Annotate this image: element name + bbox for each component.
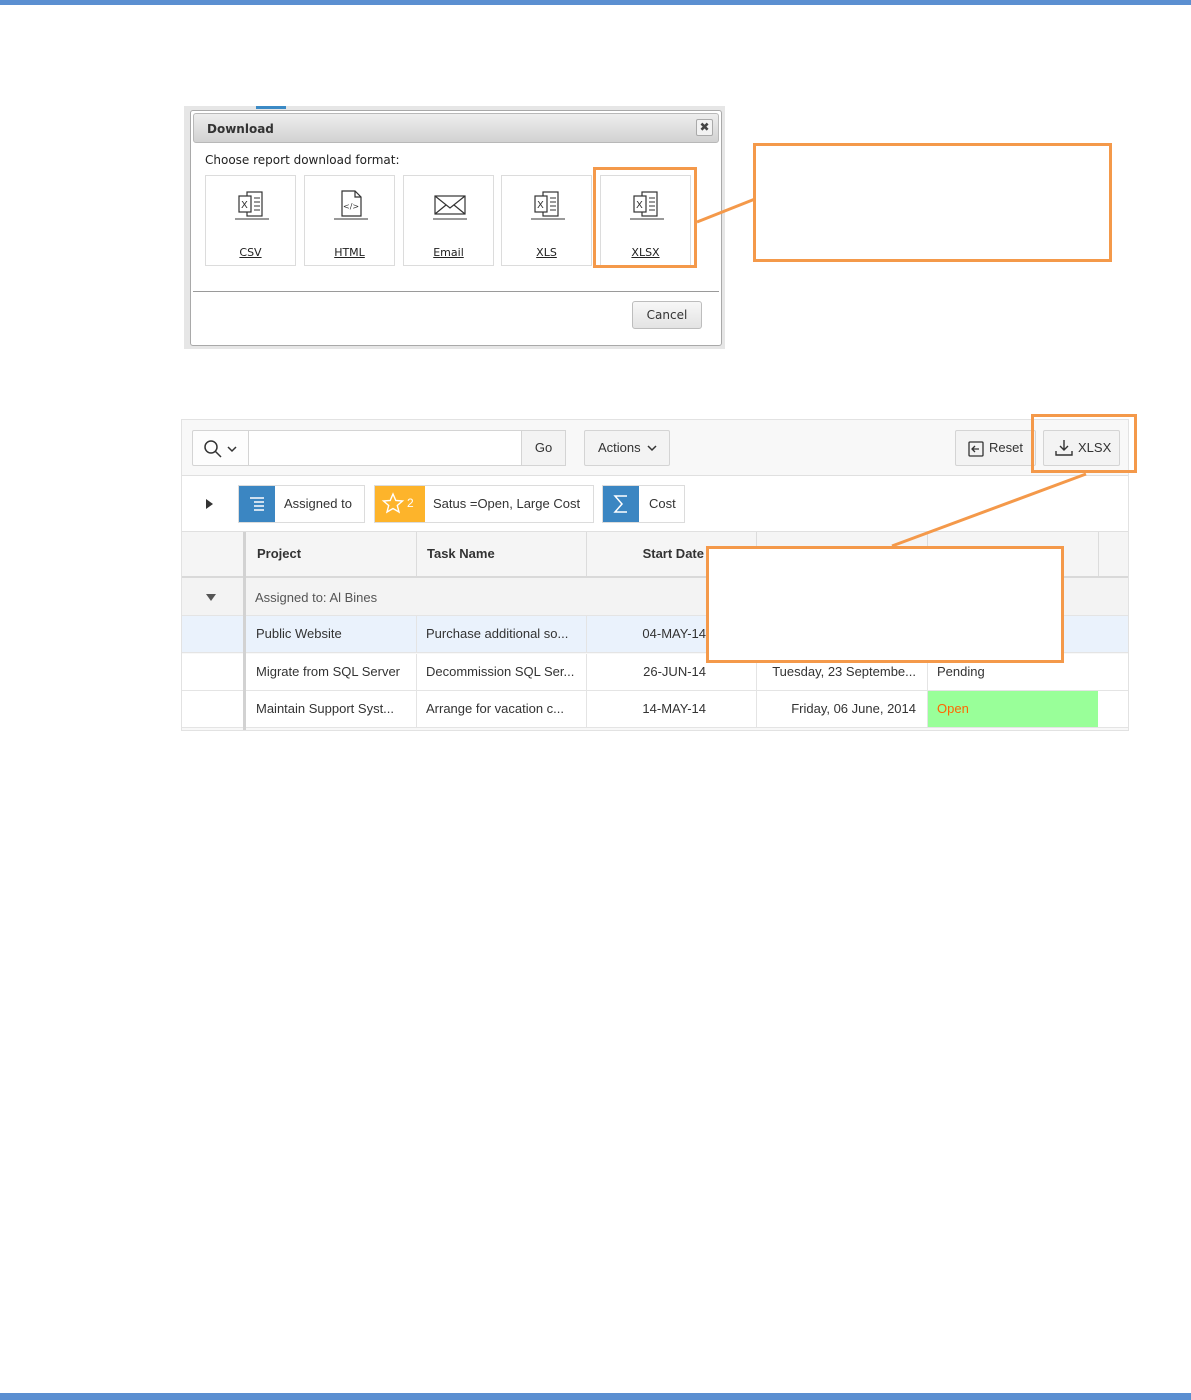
filter-count-badge: 2	[407, 496, 414, 510]
filter-chip-label: Assigned to	[284, 496, 352, 511]
column-header-project[interactable]: Project	[244, 532, 416, 576]
format-label: Email	[433, 246, 464, 259]
cell-project: Public Website	[244, 616, 416, 652]
dialog-title: Download	[207, 122, 274, 136]
cancel-button[interactable]: Cancel	[632, 301, 702, 329]
grid-toolbar: Go Actions Reset XLSX	[182, 420, 1128, 476]
format-label: HTML	[334, 246, 365, 259]
format-label: CSV	[239, 246, 262, 259]
format-email-option[interactable]: Email	[403, 175, 494, 266]
actions-menu-button[interactable]: Actions	[584, 430, 670, 466]
background-hint	[256, 106, 286, 109]
dialog-titlebar: Download ✖	[193, 113, 719, 143]
page-border-top	[0, 0, 1191, 5]
callout-box-dialog	[753, 143, 1112, 262]
star-icon: 2	[375, 486, 425, 522]
cell-task: Purchase additional so...	[416, 616, 586, 652]
xlsx-button-highlight	[1031, 414, 1137, 473]
format-csv-option[interactable]: X CSV	[205, 175, 296, 266]
search-input[interactable]	[249, 430, 522, 466]
report-settings-bar: Assigned to 2 Satus =Open, Large Cost Co…	[182, 476, 1128, 532]
page-border-bottom	[0, 1393, 1191, 1400]
actions-label: Actions	[598, 440, 641, 455]
cell-task: Arrange for vacation c...	[416, 691, 586, 727]
filter-chip-label: Satus =Open, Large Cost	[433, 496, 581, 511]
filter-chip-label: Cost	[649, 496, 676, 511]
xlsx-option-highlight	[593, 167, 697, 268]
dialog-divider	[193, 291, 719, 292]
cell-project: Migrate from SQL Server	[244, 654, 416, 690]
table-row[interactable]: Maintain Support Syst... Arrange for vac…	[182, 691, 1128, 728]
filter-chip-status[interactable]: 2 Satus =Open, Large Cost	[374, 485, 594, 523]
cell-task: Decommission SQL Ser...	[416, 654, 586, 690]
reset-label: Reset	[989, 440, 1023, 455]
control-break-icon	[239, 486, 275, 522]
column-header-extra	[1098, 532, 1128, 576]
chevron-down-icon	[647, 445, 657, 452]
reset-button[interactable]: Reset	[955, 430, 1036, 466]
format-label: XLS	[536, 246, 557, 259]
column-header-task-name[interactable]: Task Name	[416, 532, 586, 576]
collapse-group-icon[interactable]	[206, 594, 216, 601]
filter-chip-cost[interactable]: Cost	[602, 485, 685, 523]
download-format-prompt: Choose report download format:	[205, 153, 400, 167]
sigma-icon	[603, 486, 639, 522]
format-html-option[interactable]: </> HTML	[304, 175, 395, 266]
cell-project: Maintain Support Syst...	[244, 691, 416, 727]
cell-start-date: 14-MAY-14	[586, 691, 756, 727]
search-icon	[204, 440, 222, 458]
format-xls-option[interactable]: X XLS	[501, 175, 592, 266]
email-envelope-icon	[433, 195, 467, 220]
close-icon[interactable]: ✖	[696, 119, 713, 136]
excel-file-icon: X	[531, 191, 565, 220]
html-file-icon: </>	[334, 190, 368, 220]
expand-settings-icon[interactable]	[206, 499, 213, 509]
search-column-menu-button[interactable]	[192, 430, 249, 466]
cell-status: Open	[927, 691, 1098, 727]
cell-end-date: Friday, 06 June, 2014	[756, 691, 927, 727]
svg-text:</>: </>	[343, 202, 359, 211]
group-label: Assigned to: Al Bines	[255, 590, 378, 605]
svg-text:X: X	[537, 200, 544, 211]
callout-box-grid	[706, 546, 1064, 663]
row-header-divider	[243, 532, 246, 730]
reset-icon	[968, 441, 984, 457]
svg-text:X: X	[241, 200, 248, 211]
chevron-down-icon	[227, 446, 237, 453]
filter-chip-assigned-to[interactable]: Assigned to	[238, 485, 365, 523]
go-button[interactable]: Go	[521, 430, 566, 466]
excel-file-icon: X	[235, 191, 269, 220]
